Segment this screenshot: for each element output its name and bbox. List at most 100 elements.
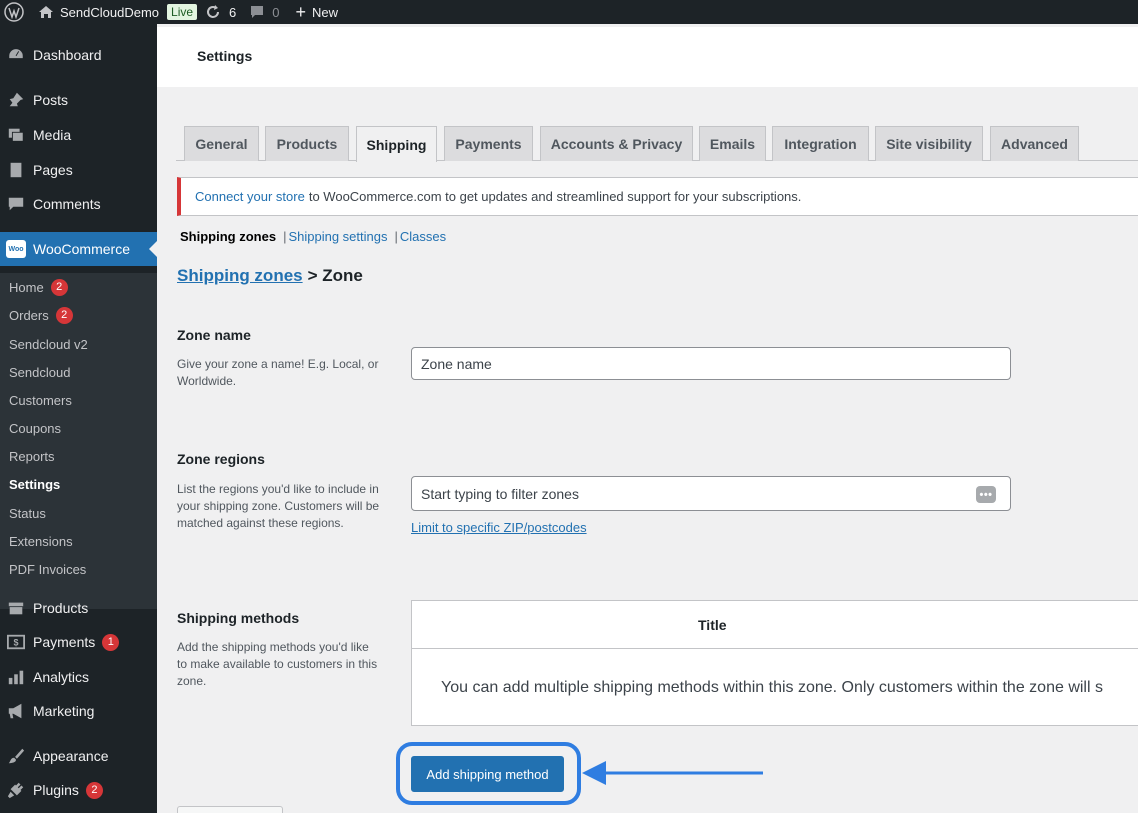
tab-payments[interactable]: Payments: [444, 126, 533, 161]
brush-icon: [6, 746, 26, 766]
updates-count: 6: [229, 4, 237, 20]
menu-marketing[interactable]: Marketing: [0, 694, 157, 728]
subnav-shipping-settings[interactable]: Shipping settings: [288, 229, 387, 244]
submenu-pdf-invoices[interactable]: PDF Invoices: [9, 559, 86, 579]
refresh-icon: [207, 5, 220, 18]
menu-pages[interactable]: Pages: [0, 153, 157, 187]
submenu-coupons[interactable]: Coupons: [9, 418, 61, 438]
menu-plugins[interactable]: Plugins 2: [0, 773, 157, 807]
products-icon: [6, 598, 26, 618]
notice-text: to WooCommerce.com to get updates and st…: [308, 189, 802, 204]
shipping-methods-table: Title You can add multiple shipping meth…: [411, 600, 1138, 726]
page-header: Settings: [157, 27, 1138, 87]
woocommerce-submenu: Home 2 Orders 2 Sendcloud v2 Sendcloud Cus…: [0, 273, 157, 609]
tab-label: Accounts & Privacy: [550, 136, 683, 152]
menu-label: Analytics: [33, 669, 90, 685]
tab-general[interactable]: General: [184, 126, 259, 161]
tab-label: Site visibility: [886, 136, 972, 152]
subnav-classes[interactable]: Classes: [400, 229, 446, 244]
plus-icon: +: [295, 2, 307, 22]
tab-accounts-privacy[interactable]: Accounts & Privacy: [540, 126, 693, 161]
submenu-sendcloud[interactable]: Sendcloud: [9, 362, 70, 382]
menu-label: Pages: [33, 162, 73, 178]
submenu-label: Status: [9, 505, 46, 521]
count-badge: 2: [85, 781, 103, 799]
megaphone-icon: [6, 701, 26, 721]
live-badge: Live: [167, 4, 198, 20]
zone-regions-input[interactable]: Start typing to filter zones •••: [411, 476, 1011, 511]
menu-label: Comments: [33, 196, 101, 212]
tab-site-visibility[interactable]: Site visibility: [875, 126, 983, 161]
tab-shipping[interactable]: Shipping: [356, 126, 437, 162]
wordpress-logo-icon[interactable]: [0, 0, 26, 24]
menu-dashboard[interactable]: Dashboard: [0, 38, 157, 72]
zone-name-label: Zone name: [177, 327, 251, 343]
menu-label: Marketing: [33, 703, 95, 719]
admin-sidebar: Dashboard Posts Media Pages Comments Woo…: [0, 24, 157, 813]
menu-analytics[interactable]: Analytics: [0, 660, 157, 694]
submenu-label: Extensions: [9, 533, 73, 549]
partial-button-stub: [177, 806, 283, 813]
new-content-link[interactable]: + New: [296, 0, 339, 24]
submenu-label: Sendcloud v2: [9, 336, 88, 352]
submenu-status[interactable]: Status: [9, 503, 46, 523]
menu-media[interactable]: Media: [0, 118, 157, 152]
menu-label: Media: [33, 127, 72, 143]
submenu-reports[interactable]: Reports: [9, 446, 55, 466]
submenu-customers[interactable]: Customers: [9, 390, 72, 410]
connect-store-link[interactable]: Connect your store: [195, 189, 305, 204]
submenu-label: Settings: [9, 476, 61, 492]
comment-bubble-icon: [251, 6, 264, 18]
subnav-separator: |: [283, 229, 287, 244]
menu-comments[interactable]: Comments: [0, 187, 157, 221]
new-label: New: [312, 4, 339, 20]
menu-woocommerce[interactable]: Woo WooCommerce: [0, 232, 157, 266]
menu-label: WooCommerce: [33, 241, 130, 257]
subnav-shipping-zones[interactable]: Shipping zones: [180, 229, 276, 244]
more-options-icon[interactable]: •••: [976, 486, 996, 503]
table-header: Title: [412, 601, 1138, 649]
svg-text:$: $: [13, 638, 18, 648]
pages-icon: [6, 160, 26, 180]
submenu-label: Sendcloud: [9, 364, 71, 380]
submenu-extensions[interactable]: Extensions: [9, 531, 73, 551]
admin-bar: SendCloudDemo Live 6 0 + New: [0, 0, 1138, 24]
tab-label: General: [195, 136, 248, 152]
submenu-orders[interactable]: Orders 2: [9, 305, 73, 325]
count-badge: 2: [55, 306, 73, 324]
zone-name-input[interactable]: Zone name: [411, 347, 1011, 380]
count-badge: 1: [102, 633, 120, 651]
breadcrumb-shipping-zones-link[interactable]: Shipping zones: [177, 266, 303, 286]
menu-posts[interactable]: Posts: [0, 83, 157, 117]
pin-icon: [6, 90, 26, 110]
submenu-sendcloud-v2[interactable]: Sendcloud v2: [9, 334, 88, 354]
dashboard-icon: [6, 45, 26, 65]
table-header-title: Title: [698, 617, 727, 633]
menu-products[interactable]: Products: [0, 591, 157, 625]
tab-label: Advanced: [1001, 136, 1068, 152]
tab-integration[interactable]: Integration: [772, 126, 869, 161]
submenu-settings[interactable]: Settings: [9, 474, 60, 494]
woo-icon: Woo: [6, 239, 26, 259]
tab-advanced[interactable]: Advanced: [990, 126, 1079, 161]
breadcrumb: Shipping zones > Zone: [177, 266, 363, 286]
menu-appearance[interactable]: Appearance: [0, 739, 157, 773]
submenu-home[interactable]: Home 2: [9, 277, 68, 297]
count-badge: 2: [50, 278, 68, 296]
breadcrumb-current: > Zone: [307, 266, 363, 285]
menu-label: Posts: [33, 92, 69, 108]
comments-link[interactable]: 0: [250, 0, 280, 24]
payments-icon: $: [6, 632, 26, 652]
pointer-arrow-icon: [582, 761, 763, 785]
submenu-label: Customers: [9, 392, 72, 408]
add-shipping-method-button[interactable]: Add shipping method: [411, 756, 564, 792]
tab-label: Integration: [784, 136, 857, 152]
limit-zip-postcodes-link[interactable]: Limit to specific ZIP/postcodes: [411, 520, 587, 535]
updates-link[interactable]: 6: [205, 0, 236, 24]
connect-store-notice: Connect your store to WooCommerce.com to…: [177, 177, 1138, 216]
tab-emails[interactable]: Emails: [699, 126, 766, 161]
tab-products[interactable]: Products: [265, 126, 349, 161]
menu-payments[interactable]: $ Payments 1: [0, 625, 157, 659]
site-name-link[interactable]: SendCloudDemo: [38, 0, 159, 24]
zone-regions-placeholder: Start typing to filter zones: [421, 485, 579, 502]
